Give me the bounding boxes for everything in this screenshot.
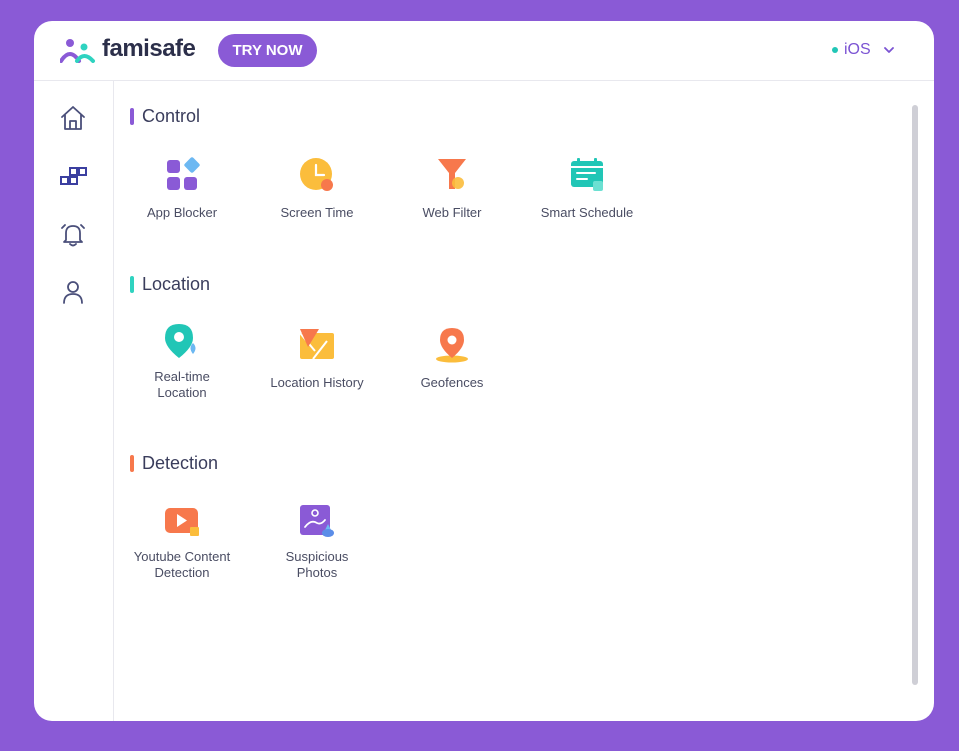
- app-blocker-icon: [167, 157, 200, 190]
- main-content: Control App Blocker Screen Time Web Filt…: [114, 81, 934, 721]
- geofence-icon: [436, 328, 468, 363]
- online-status-dot: [832, 47, 838, 53]
- feature-realtime-location[interactable]: Real-time Location: [122, 323, 242, 409]
- sidebar: [34, 81, 114, 721]
- smart-schedule-icon: [571, 158, 603, 191]
- device-selector[interactable]: iOS: [832, 38, 895, 62]
- web-filter-icon: [438, 159, 466, 189]
- chevron-down-icon: [883, 47, 894, 53]
- section-label: Control: [142, 105, 201, 126]
- screen-time-icon: [300, 158, 333, 191]
- feature-web-filter[interactable]: Web Filter: [392, 157, 512, 235]
- feature-label: Screen Time: [280, 205, 354, 220]
- section-title-location: Location: [130, 274, 210, 294]
- app-window: famisafe TRY NOW iOS Control App Blocker…: [34, 21, 934, 721]
- header: famisafe TRY NOW iOS: [34, 21, 934, 81]
- famisafe-logo-icon: [60, 39, 95, 63]
- feature-app-blocker[interactable]: App Blocker: [122, 157, 242, 235]
- location-history-icon: [299, 329, 334, 360]
- feature-label: Location History: [270, 375, 364, 390]
- section-accent-bar: [130, 275, 134, 293]
- location-pin-icon: [165, 324, 196, 358]
- user-icon: [63, 281, 83, 304]
- scrollbar[interactable]: [912, 105, 918, 685]
- feature-youtube-detection[interactable]: Youtube Content Detection: [122, 503, 242, 589]
- feature-screen-time[interactable]: Screen Time: [257, 157, 377, 235]
- feature-label: Suspicious Photos: [285, 549, 349, 580]
- feature-smart-schedule[interactable]: Smart Schedule: [527, 157, 647, 235]
- youtube-detection-icon: [165, 508, 199, 536]
- section-label: Location: [142, 273, 211, 294]
- feature-location-history[interactable]: Location History: [257, 327, 377, 405]
- brand-name: famisafe: [102, 35, 196, 62]
- feature-label: Smart Schedule: [540, 205, 634, 220]
- apps-grid-icon: [60, 167, 87, 185]
- section-accent-bar: [130, 454, 134, 472]
- try-now-button[interactable]: TRY NOW: [218, 34, 317, 67]
- sidebar-item-features[interactable]: [58, 161, 88, 191]
- feature-label: App Blocker: [146, 205, 218, 220]
- feature-label: Youtube Content Detection: [133, 549, 231, 580]
- feature-label: Real-time Location: [154, 369, 210, 400]
- section-title-detection: Detection: [130, 453, 218, 473]
- suspicious-photos-icon: [300, 505, 334, 537]
- section-label: Detection: [142, 452, 219, 473]
- sidebar-item-home[interactable]: [58, 103, 88, 133]
- feature-geofences[interactable]: Geofences: [392, 327, 512, 405]
- feature-label: Geofences: [420, 375, 484, 390]
- sidebar-item-notifications[interactable]: [58, 219, 88, 249]
- feature-suspicious-photos[interactable]: Suspicious Photos: [257, 503, 377, 589]
- section-accent-bar: [130, 107, 134, 125]
- home-icon: [61, 106, 85, 130]
- bell-icon: [61, 224, 85, 247]
- section-title-control: Control: [130, 106, 200, 126]
- device-name: iOS: [844, 41, 871, 58]
- feature-label: Web Filter: [422, 205, 482, 220]
- sidebar-item-account[interactable]: [58, 277, 88, 307]
